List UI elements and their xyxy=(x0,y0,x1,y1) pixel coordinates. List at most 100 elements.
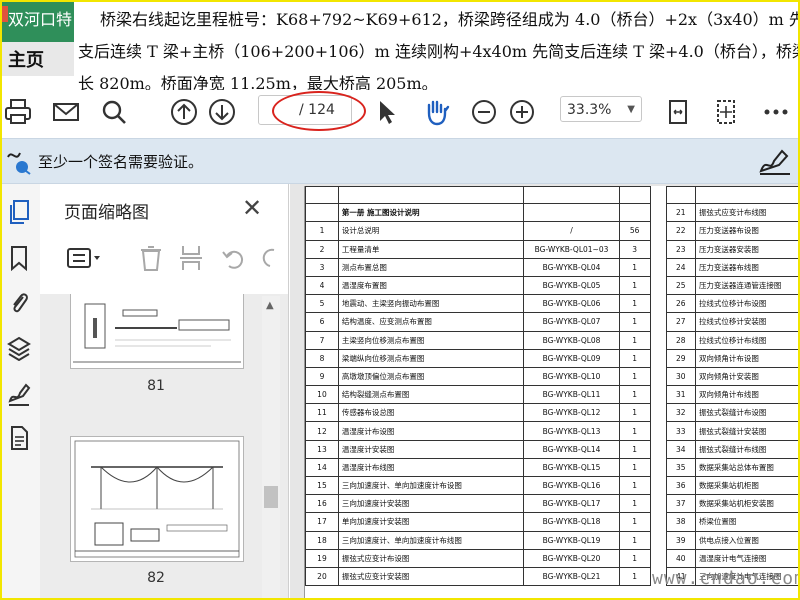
fit-page-button[interactable] xyxy=(660,94,696,130)
panel-toolbar xyxy=(64,242,284,274)
print-button[interactable] xyxy=(0,94,36,130)
table-gap xyxy=(650,222,666,240)
table-cell-title: 压力变送器连通管连接图 xyxy=(694,275,800,296)
insert-page-icon[interactable] xyxy=(178,244,204,272)
rotate-right-icon[interactable] xyxy=(260,244,280,272)
table-cell-title: 拉线式位移计安装图 xyxy=(694,312,800,332)
table-cell xyxy=(694,185,800,205)
bookmarks-button[interactable] xyxy=(5,244,33,272)
table-cell-number: 2 xyxy=(305,239,339,259)
table-cell xyxy=(665,185,696,205)
signature-warning-icon xyxy=(7,152,31,175)
zoom-out-button[interactable] xyxy=(466,94,502,130)
table-cell-title: 温湿度布置图 xyxy=(337,275,525,296)
table-cell-title: 测点布置总图 xyxy=(337,257,525,277)
scrollbar-thumb[interactable] xyxy=(264,486,278,508)
home-tab[interactable]: 主页 xyxy=(0,42,74,76)
table-cell-title: 结构裂缝测点布置图 xyxy=(337,385,525,405)
page-thumbnails-button[interactable] xyxy=(5,198,33,226)
page-thumbnail-81[interactable] xyxy=(70,294,244,369)
table-cell-title: 供电点接入位置图 xyxy=(694,530,800,550)
table-cell-number: 37 xyxy=(665,494,696,514)
table-cell-title: 设计总说明 xyxy=(337,221,525,241)
table-cell-code: BG-WYKB-QL21 xyxy=(523,566,620,587)
select-tool-button[interactable] xyxy=(368,94,404,130)
table-gap xyxy=(650,531,666,549)
document-tab[interactable]: 双河口特 xyxy=(0,0,74,42)
previous-page-button[interactable] xyxy=(166,94,202,130)
table-row: 12 温湿度计布设图 BG-WYKB-QL13 1 33 振弦式裂缝计安装图 xyxy=(305,421,800,441)
table-cell-number: 23 xyxy=(665,239,696,259)
table-gap xyxy=(650,422,666,440)
table-row: 8 梁端纵向位移测点布置图 BG-WYKB-QL09 1 29 双向倾角计布设图 xyxy=(305,348,800,368)
table-cell-number: 32 xyxy=(665,403,696,423)
table-cell-code: BG-WYKB-QL17 xyxy=(523,494,620,514)
table-gap xyxy=(650,313,666,331)
table-cell-count: 1 xyxy=(618,348,651,368)
table-cell-number: 3 xyxy=(305,257,339,277)
mail-icon xyxy=(53,103,79,121)
zoom-out-icon xyxy=(472,100,496,124)
table-section-header: 第一册 施工图设计说明 xyxy=(337,203,525,223)
table-cell xyxy=(305,185,339,205)
table-cell-number: 4 xyxy=(305,275,339,296)
table-cell-number: 39 xyxy=(665,530,696,550)
search-button[interactable] xyxy=(96,94,132,130)
table-cell-title: 温湿度计电气连接图 xyxy=(694,548,800,568)
table-cell-title: 地震动、主梁竖向振动布置图 xyxy=(337,294,525,314)
table-cell-count: 1 xyxy=(618,385,651,405)
zoom-select[interactable]: 33.3% ▼ xyxy=(560,96,642,122)
email-button[interactable] xyxy=(48,94,84,130)
table-gap xyxy=(650,331,666,349)
more-tools-button[interactable] xyxy=(758,94,794,130)
table-cell-count: 1 xyxy=(618,421,651,441)
page-thumbnail-82[interactable] xyxy=(70,436,244,562)
table-row: 1 设计总说明/56 22 压力变送器布设图 xyxy=(305,221,800,241)
table-cell-title: 振弦式应变计安装图 xyxy=(337,566,525,587)
attachments-button[interactable] xyxy=(5,288,33,316)
layers-button[interactable] xyxy=(5,334,33,362)
table-cell-title: 单向加速度计安装图 xyxy=(337,512,525,532)
page-down-icon xyxy=(209,99,235,125)
table-cell-title: 双向倾角计安装图 xyxy=(694,366,800,387)
zoom-in-button[interactable] xyxy=(504,94,540,130)
thumbnail-scrollbar[interactable]: ▲ xyxy=(262,296,280,600)
table-cell-count: 1 xyxy=(618,366,651,387)
table-gap xyxy=(650,276,666,294)
page-thumbnails-panel: 页面缩略图 ✕ 81 82 xyxy=(40,184,289,600)
next-page-button[interactable] xyxy=(204,94,240,130)
table-cell-title: 拉线式位移计布线图 xyxy=(694,330,800,350)
close-panel-button[interactable]: ✕ xyxy=(242,194,262,222)
table-cell-code: BG-WYKB-QL11 xyxy=(523,385,620,405)
hand-tool-button[interactable] xyxy=(418,94,454,130)
delete-page-icon[interactable] xyxy=(138,244,164,272)
table-cell-number: 34 xyxy=(665,439,696,459)
hand-icon xyxy=(427,100,450,126)
rotate-left-icon[interactable] xyxy=(220,244,246,272)
table-row: 16 三向加速度计安装图 BG-WYKB-QL17 1 37 数据采集站机柜安装图 xyxy=(305,494,800,514)
table-row xyxy=(305,185,800,205)
table-row: 4 温湿度布置图 BG-WYKB-QL05 1 25 压力变送器连通管连接图 xyxy=(305,275,800,296)
thumbnail-drawing xyxy=(74,440,240,558)
table-cell-number: 15 xyxy=(305,475,339,496)
signature-panel-icon[interactable] xyxy=(758,147,792,177)
table-cell-count: 1 xyxy=(618,312,651,332)
table-cell-count: 1 xyxy=(618,566,651,587)
scroll-up-icon[interactable]: ▲ xyxy=(266,300,274,311)
table-gap xyxy=(650,349,666,367)
table-cell-number: 36 xyxy=(665,475,696,496)
table-cell-number: 14 xyxy=(305,457,339,478)
thumbnail-options-icon[interactable] xyxy=(66,246,102,270)
table-cell-title: 数据采集站机柜安装图 xyxy=(694,494,800,514)
table-cell-count: 1 xyxy=(618,512,651,532)
table-cell-count: 1 xyxy=(618,530,651,550)
thumbnail-label-81: 81 xyxy=(147,378,165,394)
document-properties-button[interactable] xyxy=(5,424,33,452)
rotate-view-button[interactable] xyxy=(708,94,744,130)
table-cell-count: 1 xyxy=(618,494,651,514)
navigation-rail xyxy=(0,184,41,600)
table-cell-number: 17 xyxy=(305,512,339,532)
signatures-button[interactable] xyxy=(5,380,33,408)
layers-icon xyxy=(7,336,31,361)
table-cell-code: BG-WYKB-QL13 xyxy=(523,421,620,441)
